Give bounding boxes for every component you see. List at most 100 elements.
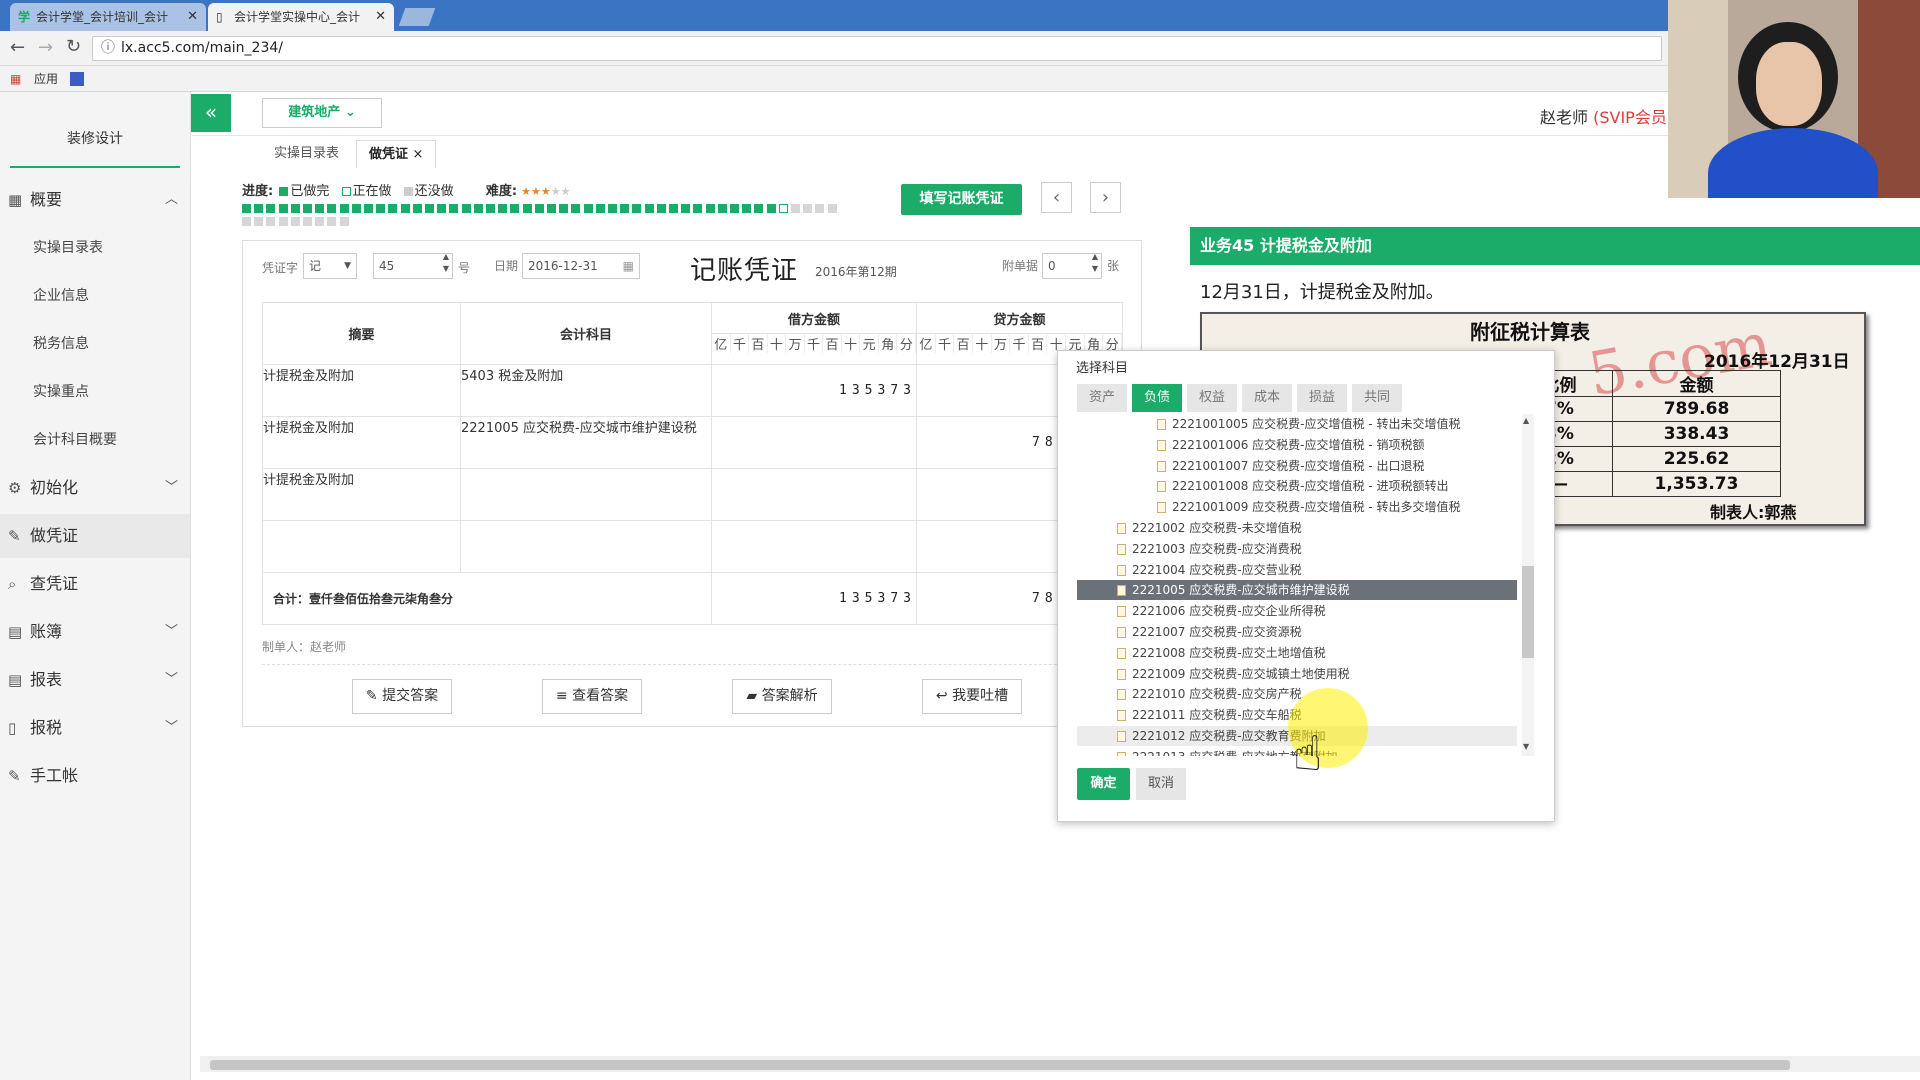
tab-profit-loss[interactable]: 损益 xyxy=(1297,384,1347,412)
progress-cell[interactable] xyxy=(522,204,532,213)
progress-cell[interactable] xyxy=(266,217,276,226)
progress-cell[interactable] xyxy=(742,204,752,213)
progress-cell[interactable] xyxy=(449,204,459,213)
progress-cell[interactable] xyxy=(791,204,800,213)
back-arrow-icon[interactable]: ← xyxy=(10,37,25,58)
progress-cell[interactable] xyxy=(498,204,508,213)
prev-button[interactable]: ‹ xyxy=(1041,182,1072,213)
subject-tree-item[interactable]: 2221006 应交税费-应交企业所得税 xyxy=(1077,601,1517,621)
sidebar-sub-item[interactable]: 会计科目概要 xyxy=(0,416,190,464)
progress-cell[interactable] xyxy=(595,204,605,213)
sidebar-sub-item[interactable]: 实操目录表 xyxy=(0,224,190,272)
progress-cell[interactable] xyxy=(571,204,581,213)
progress-cell[interactable] xyxy=(327,204,337,213)
collapse-sidebar-button[interactable]: « xyxy=(191,94,231,132)
progress-cell[interactable] xyxy=(815,204,825,213)
ok-button[interactable]: 确定 xyxy=(1077,768,1130,800)
subject-tree-item[interactable]: 2221003 应交税费-应交消费税 xyxy=(1077,539,1517,559)
view-answer-button[interactable]: ≡ 查看答案 xyxy=(542,679,642,714)
progress-cell[interactable] xyxy=(339,204,349,213)
sidebar-sub-item[interactable]: 企业信息 xyxy=(0,272,190,320)
progress-cell[interactable] xyxy=(766,204,776,213)
tab-assets[interactable]: 资产 xyxy=(1077,384,1127,412)
progress-cell[interactable] xyxy=(364,204,373,213)
row-summary[interactable]: 计提税金及附加 xyxy=(262,364,461,417)
subject-tree-item[interactable]: 2221005 应交税费-应交城市维护建设税 xyxy=(1077,580,1517,601)
horizontal-scroll-thumb[interactable] xyxy=(210,1060,1790,1070)
calendar-icon[interactable]: ▦ xyxy=(623,254,634,278)
row-account[interactable] xyxy=(460,520,712,573)
progress-cell[interactable] xyxy=(278,204,288,213)
cancel-button[interactable]: 取消 xyxy=(1136,768,1186,800)
row-account[interactable] xyxy=(460,468,712,521)
row-debit[interactable] xyxy=(711,416,917,469)
tab-equity[interactable]: 权益 xyxy=(1187,384,1237,412)
progress-cell[interactable] xyxy=(827,204,837,213)
progress-cell[interactable] xyxy=(803,204,813,213)
progress-cell[interactable] xyxy=(705,204,715,213)
progress-cell[interactable] xyxy=(534,204,544,213)
sidebar-sub-item[interactable]: 税务信息 xyxy=(0,320,190,368)
progress-cell[interactable] xyxy=(632,204,642,213)
progress-cell[interactable] xyxy=(242,217,251,226)
progress-cell[interactable] xyxy=(437,204,447,213)
progress-cell[interactable] xyxy=(461,204,471,213)
progress-cell[interactable] xyxy=(681,204,691,213)
progress-cell[interactable] xyxy=(608,204,617,213)
progress-cell[interactable] xyxy=(730,204,739,213)
progress-cell[interactable] xyxy=(620,204,630,213)
subject-tree-item[interactable]: 2221004 应交税费-应交营业税 xyxy=(1077,560,1517,580)
close-icon[interactable]: ✕ xyxy=(187,3,198,31)
new-tab-button[interactable] xyxy=(398,8,436,26)
row-account[interactable]: 2221005 应交税费-应交城市维护建设税 xyxy=(460,416,712,469)
progress-cell[interactable] xyxy=(425,204,434,213)
progress-cell[interactable] xyxy=(473,204,483,213)
sidebar-item-query-voucher[interactable]: ⌕ 查凭证 xyxy=(0,562,190,606)
progress-cell[interactable] xyxy=(754,204,764,213)
progress-cell[interactable] xyxy=(254,217,264,226)
progress-cell[interactable] xyxy=(315,204,325,213)
progress-cell[interactable] xyxy=(266,204,276,213)
progress-cell[interactable] xyxy=(339,217,349,226)
date-input[interactable]: 2016-12-31 ▦ xyxy=(522,253,640,279)
progress-cell[interactable] xyxy=(242,204,251,213)
row-debit[interactable] xyxy=(711,520,917,573)
row-account[interactable]: 5403 税金及附加 xyxy=(460,364,712,417)
progress-cell[interactable] xyxy=(303,217,312,226)
progress-cell[interactable] xyxy=(315,217,325,226)
sidebar-item-make-voucher[interactable]: ✎ 做凭证 xyxy=(0,514,190,558)
close-icon[interactable]: × xyxy=(413,147,424,162)
progress-cell[interactable] xyxy=(583,204,593,213)
progress-cell[interactable] xyxy=(412,204,422,213)
row-summary[interactable] xyxy=(262,520,461,573)
progress-cell[interactable] xyxy=(656,204,666,213)
progress-cell[interactable] xyxy=(290,204,300,213)
progress-cell[interactable] xyxy=(290,217,300,226)
stepper-icon[interactable]: ▲ ▼ xyxy=(1092,251,1098,275)
progress-cell[interactable] xyxy=(351,204,361,213)
row-summary[interactable]: 计提税金及附加 xyxy=(262,416,461,469)
scroll-down-icon[interactable]: ▼ xyxy=(1523,742,1529,751)
voucher-word-select[interactable]: 记 ▼ xyxy=(303,253,357,279)
complain-button[interactable]: ↩ 我要吐槽 xyxy=(922,679,1022,714)
progress-cell[interactable] xyxy=(547,204,556,213)
progress-cell[interactable] xyxy=(376,204,386,213)
tab-liabilities[interactable]: 负债 xyxy=(1132,384,1182,412)
progress-cell[interactable] xyxy=(486,204,495,213)
progress-cell[interactable] xyxy=(278,217,288,226)
tree-scroll-thumb[interactable] xyxy=(1522,566,1534,658)
subject-tree-item[interactable]: 2221001009 应交税费-应交增值税 - 转出多交增值税 xyxy=(1077,497,1517,517)
progress-cell[interactable] xyxy=(559,204,569,213)
row-debit[interactable] xyxy=(711,468,917,521)
progress-cell[interactable] xyxy=(254,204,264,213)
next-button[interactable]: › xyxy=(1090,182,1121,213)
subject-tree-item[interactable]: 2221001005 应交税费-应交增值税 - 转出未交增值税 xyxy=(1077,414,1517,434)
browser-tab-1[interactable]: 学 会计学堂_会计培训_会计 ✕ xyxy=(10,3,206,31)
apps-grid-icon[interactable]: ▦ xyxy=(10,66,21,92)
row-debit[interactable]: 135373 xyxy=(711,364,917,417)
subject-tree-item[interactable]: 2221009 应交税费-应交城镇土地使用税 xyxy=(1077,664,1517,684)
progress-cell[interactable] xyxy=(400,204,410,213)
subject-tree-item[interactable]: 2221001007 应交税费-应交增值税 - 出口退税 xyxy=(1077,456,1517,476)
forward-arrow-icon[interactable]: → xyxy=(38,37,53,58)
url-input[interactable]: ⓘ lx.acc5.com/main_234/ xyxy=(92,36,1662,61)
